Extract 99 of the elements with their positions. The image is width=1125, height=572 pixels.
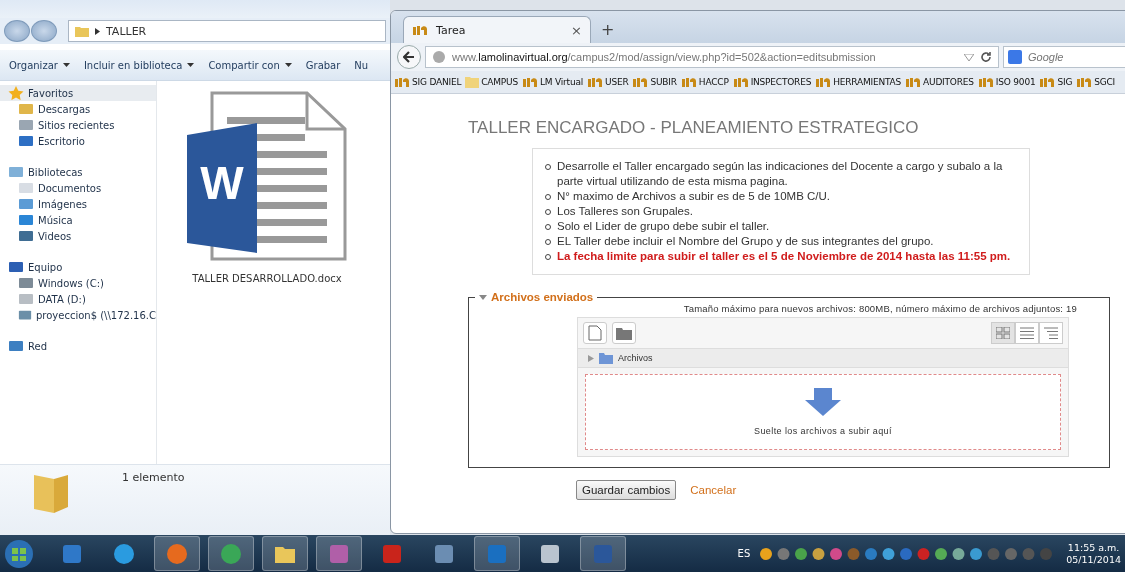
caret-icon [187, 63, 195, 67]
toolbar-button[interactable]: Grabar [302, 57, 344, 73]
site-logo-icon [815, 76, 832, 88]
cancel-link[interactable]: Cancelar [690, 484, 737, 496]
bookmark-item[interactable]: SUBIR [632, 76, 677, 88]
caret-icon [479, 294, 487, 300]
sidebar-item[interactable]: Favoritos [0, 85, 156, 101]
new-file-icon [588, 325, 602, 341]
site-logo-icon [732, 76, 749, 88]
reload-icon[interactable] [980, 51, 992, 63]
dropdown-icon[interactable] [964, 53, 974, 61]
tree-icon [1044, 327, 1058, 339]
view-button[interactable] [1015, 322, 1039, 344]
view-button[interactable] [991, 322, 1015, 344]
search-engine-icon[interactable] [1008, 50, 1022, 64]
sidebar-item[interactable]: proyeccion$ (\\172.16.C [0, 307, 156, 323]
save-button[interactable]: Guardar cambios [576, 480, 677, 500]
url-bar[interactable]: www.lamolinavirtual.org/campus2/mod/assign/view.php?id=502&action=editsubmission [425, 46, 999, 68]
address-bar[interactable]: TALLER [68, 20, 386, 42]
down-arrow-icon [805, 388, 841, 416]
url-text: www.lamolinavirtual.org/campus2/mod/assign/view.php?id=502&action=editsubmission [452, 51, 876, 63]
new-tab-button[interactable]: + [601, 20, 615, 39]
site-logo-icon [632, 76, 649, 88]
expand-arrow-icon [588, 354, 594, 362]
item-count: 1 elemento [122, 471, 185, 484]
sidebar-item[interactable]: DATA (D:) [0, 291, 156, 307]
taskbar-app[interactable] [262, 536, 308, 571]
caret-icon [62, 63, 70, 67]
bookmark-item[interactable]: ISO 9001 [977, 76, 1036, 88]
search-field[interactable]: Google [1003, 46, 1125, 68]
site-logo-icon [1076, 76, 1093, 88]
toolbar-button[interactable]: Compartir con [205, 57, 295, 73]
toolbar-button[interactable]: Incluir en biblioteca [80, 57, 198, 73]
tab-title: Tarea [436, 23, 466, 37]
bookmark-item[interactable]: SIG [1039, 76, 1073, 88]
instruction-text: N° maximo de Archivos a subir es de 5 de 10MB C/U. [557, 189, 831, 204]
site-logo-icon [1039, 76, 1056, 88]
sidebar-item[interactable]: Equipo [0, 259, 156, 275]
forward-button[interactable] [31, 20, 57, 42]
list-icon [1020, 327, 1034, 339]
browser-tab[interactable]: Tarea × [403, 16, 591, 43]
sidebar-item[interactable]: Sitios recientes [0, 117, 156, 133]
back-button[interactable] [397, 45, 421, 69]
clock-time: 11:55 a.m. [1067, 541, 1120, 554]
sidebar-item[interactable]: Imágenes [0, 196, 156, 212]
sidebar-item[interactable]: Red [0, 338, 156, 354]
page-title: TALLER ENCARGADO - PLANEAMIENTO ESTRATEGICO [468, 118, 920, 138]
file-item[interactable]: W TALLER DESARROLLADO.docx [187, 91, 347, 284]
toolbar-button[interactable]: Nu [351, 57, 372, 73]
close-tab-button[interactable]: × [571, 22, 582, 38]
toolbar-button[interactable]: Organizar [6, 57, 73, 73]
language-indicator[interactable]: ES [737, 548, 751, 559]
file-name: TALLER DESARROLLADO.docx [192, 273, 342, 284]
site-logo-icon [394, 76, 410, 88]
clock-date: 05/11/2014 [1066, 553, 1121, 566]
bookmark-item[interactable]: HACCP [680, 76, 729, 88]
drop-hint: Suelte los archivos a subir aquí [754, 426, 892, 436]
section-toggle[interactable]: Archivos enviados [475, 291, 598, 303]
create-folder-button[interactable] [612, 322, 636, 344]
bookmark-item[interactable]: INSPECTORES [732, 76, 812, 88]
upload-limits-text: Tamaño máximo para nuevos archivos: 800MB, número máximo de archivos adjuntos: 19 [682, 303, 1077, 314]
sidebar-item[interactable]: Música [0, 212, 156, 228]
clock[interactable]: 11:55 a.m. 05/11/2014 [1066, 541, 1121, 566]
grid-icon [996, 327, 1010, 339]
sidebar-item[interactable]: Windows (C:) [0, 275, 156, 291]
site-logo-icon [587, 76, 603, 88]
sidebar-item[interactable]: Bibliotecas [0, 164, 156, 180]
add-file-button[interactable] [583, 322, 607, 344]
bookmark-item[interactable]: USER [587, 76, 629, 88]
sidebar-item[interactable]: Documentos [0, 180, 156, 196]
breadcrumb: TALLER [106, 24, 147, 38]
caret-icon [284, 63, 292, 67]
folder-name[interactable]: Archivos [618, 353, 653, 363]
view-button[interactable] [1039, 322, 1063, 344]
sidebar-item[interactable]: Descargas [0, 101, 156, 117]
sidebar-item[interactable]: Videos [0, 228, 156, 244]
sidebar-item[interactable]: Escritorio [0, 133, 156, 149]
bookmark-item[interactable]: SIG DANIEL [394, 76, 462, 88]
bookmark-item[interactable]: SGCI [1076, 76, 1115, 88]
chevron-icon [95, 27, 100, 35]
site-logo-icon [680, 76, 697, 88]
bookmark-item[interactable]: HERRAMIENTAS [815, 76, 902, 88]
instruction-text: Los Talleres son Grupales. [557, 204, 693, 219]
site-logo-icon [521, 76, 538, 88]
start-button[interactable] [4, 538, 34, 569]
drop-zone[interactable]: Suelte los archivos a subir aquí [585, 374, 1061, 450]
bookmark-item[interactable]: AUDITORES [905, 76, 974, 88]
site-logo-icon [905, 76, 922, 88]
site-logo-icon [977, 76, 994, 88]
site-logo-icon [412, 24, 428, 36]
instruction-text: La fecha limite para subir el taller es el 5 de Noviembre de 2014 hasta las 11:55 pm. [557, 249, 1011, 264]
folder-plus-icon [616, 326, 632, 340]
instruction-text: Desarrolle el Taller encargado según las indicaciones del Docente a cargo y subalo a la parte virtual utilizando de esta misma pagina. [557, 159, 1004, 189]
bookmark-item[interactable]: CAMPUS [465, 76, 518, 88]
instruction-text: EL Taller debe incluir el Nombre del Grupo y de sus integrantes del grupo. [557, 234, 934, 249]
bookmark-item[interactable]: LM Virtual [521, 76, 583, 88]
instruction-text: Solo el Lider de grupo debe subir el taller. [557, 219, 770, 234]
star-icon [8, 86, 24, 100]
back-arrow-icon [403, 51, 415, 63]
